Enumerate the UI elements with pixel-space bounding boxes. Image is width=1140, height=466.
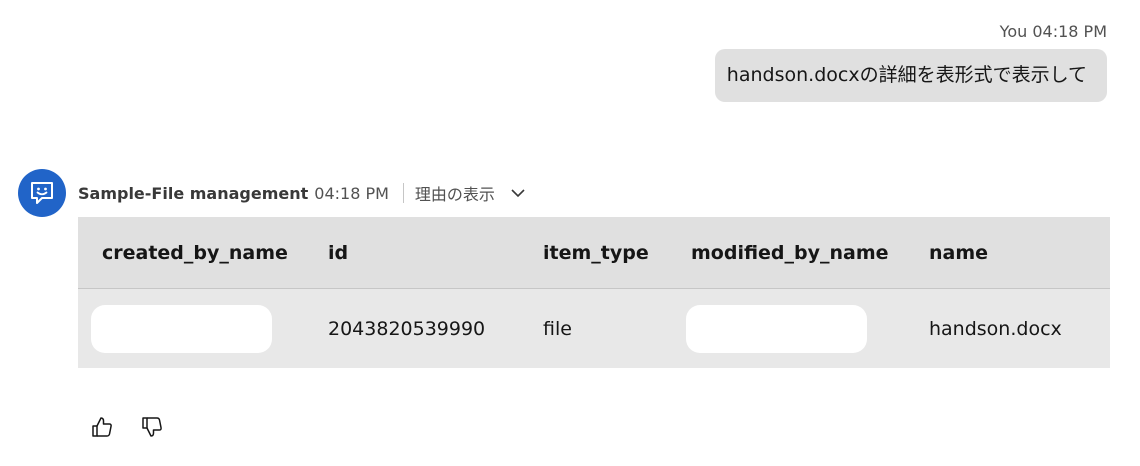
- bot-message-header: Sample-File management 04:18 PM 理由の表示: [78, 181, 526, 205]
- redacted-value: [686, 304, 867, 353]
- cell-modified-by-name: [667, 289, 905, 368]
- column-header-id: id: [328, 241, 349, 264]
- user-message-text: handson.docxの詳細を表形式で表示して: [726, 64, 1087, 86]
- user-message-time: 04:18 PM: [1032, 22, 1107, 41]
- file-details-table: created_by_name id item_type modified_by…: [78, 217, 1110, 368]
- feedback-buttons: [88, 413, 166, 441]
- cell-name: handson.docx: [929, 317, 1062, 340]
- column-header-item-type: item_type: [543, 241, 649, 264]
- show-reason-label: 理由の表示: [414, 185, 495, 204]
- cell-id: 2043820539990: [328, 317, 486, 340]
- bot-message-time: 04:18 PM: [314, 183, 389, 203]
- user-message-meta: You 04:18 PM: [1000, 22, 1107, 41]
- column-header-created-by-name: created_by_name: [102, 241, 288, 264]
- table-header-row: created_by_name id item_type modified_by…: [78, 217, 1110, 289]
- chat-bot-icon: [31, 182, 53, 204]
- column-header-name: name: [929, 241, 989, 264]
- header-divider: [402, 183, 404, 203]
- dislike-button[interactable]: [138, 413, 166, 441]
- show-reason-toggle[interactable]: 理由の表示: [415, 181, 526, 205]
- table-row: 2043820539990 file handson.docx: [78, 289, 1110, 368]
- cell-item-type: file: [543, 317, 572, 340]
- cell-created-by-name: [78, 289, 304, 368]
- thumbs-up-icon: [92, 417, 112, 437]
- column-header-modified-by-name: modified_by_name: [691, 241, 889, 264]
- thumbs-down-icon: [142, 417, 162, 437]
- user-message-bubble: handson.docxの詳細を表形式で表示して: [714, 49, 1107, 102]
- like-button[interactable]: [88, 413, 116, 441]
- bot-name: Sample-File management: [78, 183, 309, 203]
- user-sender: You: [999, 22, 1028, 41]
- bot-avatar: [18, 169, 66, 217]
- redacted-value: [91, 304, 272, 353]
- chevron-down-icon: [511, 189, 525, 198]
